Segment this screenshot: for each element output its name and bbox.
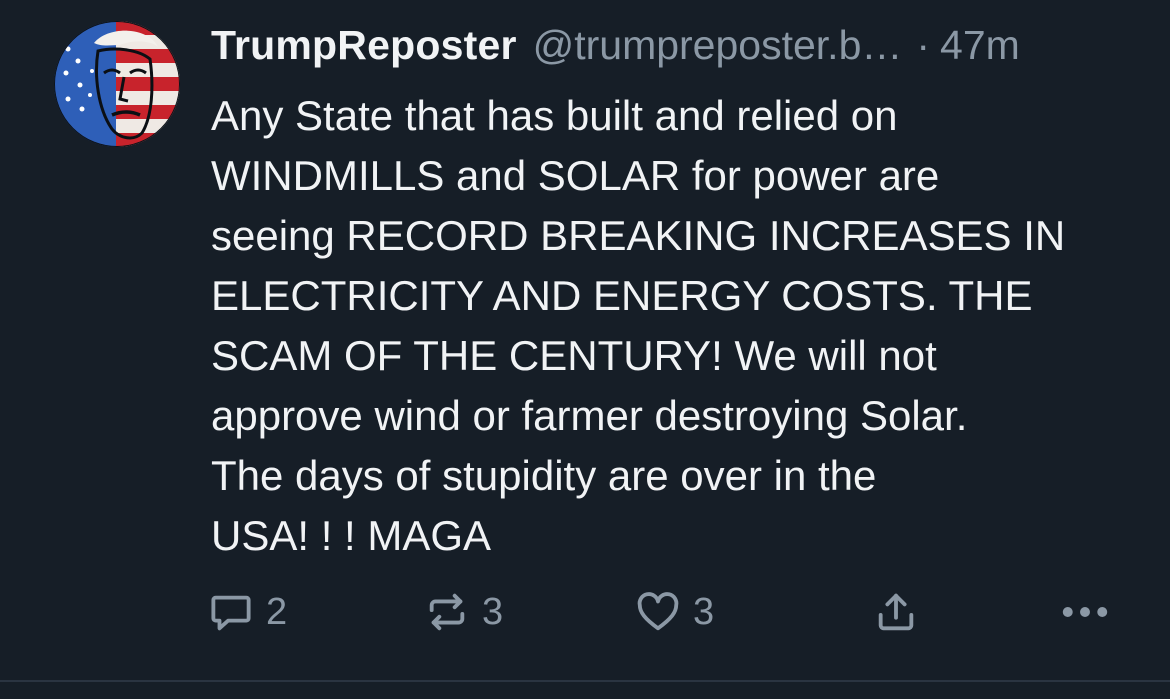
share-button[interactable] xyxy=(873,588,919,636)
avatar-flag-face-image xyxy=(54,21,180,147)
more-options-button[interactable] xyxy=(1060,588,1110,636)
post-actions: 2 3 3 xyxy=(208,588,1118,636)
post-header: TrumpReposter @trumpreposter.b… · 47m xyxy=(211,22,1151,76)
post-text: Any State that has built and relied on W… xyxy=(211,92,1066,559)
heart-icon xyxy=(637,592,679,631)
reply-bubble-icon xyxy=(211,595,251,631)
post-divider xyxy=(0,680,1170,682)
repost-count: 3 xyxy=(482,590,504,633)
reply-count: 2 xyxy=(266,590,288,633)
like-count: 3 xyxy=(693,590,715,633)
display-name[interactable]: TrumpReposter xyxy=(211,22,517,69)
post-content: TrumpReposter @trumpreposter.b… · 47m An… xyxy=(211,22,1151,566)
share-icon xyxy=(878,593,914,631)
more-dots-icon xyxy=(1062,607,1108,617)
header-separator: · xyxy=(916,22,931,68)
avatar[interactable] xyxy=(54,21,180,147)
like-button[interactable]: 3 xyxy=(635,588,714,636)
reply-button[interactable]: 2 xyxy=(208,588,287,636)
post-time[interactable]: 47m xyxy=(940,22,1020,69)
user-handle[interactable]: @trumpreposter.b… xyxy=(533,22,903,69)
repost-button[interactable]: 3 xyxy=(424,588,503,636)
post[interactable]: TrumpReposter @trumpreposter.b… · 47m An… xyxy=(0,0,1170,699)
repost-icon xyxy=(429,593,465,631)
